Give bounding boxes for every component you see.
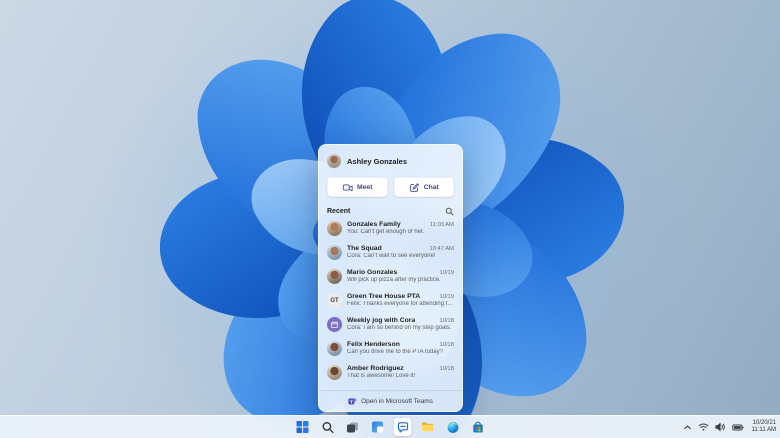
conversation-preview: That is awesome! Love it!: [347, 373, 416, 379]
svg-text:T: T: [350, 399, 353, 405]
chat-label: Chat: [423, 183, 439, 191]
wifi-icon: [698, 423, 708, 431]
avatar: [327, 341, 342, 356]
conversation-time: 10/18: [439, 342, 454, 348]
taskbar-center-icons: [294, 416, 487, 438]
teams-chat-flyout: Ashley Gonzales Meet Chat Recent Gonzale…: [318, 144, 463, 412]
conversation-preview: Cora: I am so behind on my step goals.: [347, 325, 452, 331]
conversation-preview: You: Can't get enough of her.: [347, 229, 425, 235]
open-in-teams-label: Open in Microsoft Teams: [361, 397, 433, 405]
chat-button[interactable]: Chat: [393, 177, 454, 197]
teams-logo-icon: T: [348, 397, 357, 405]
speaker-icon: [714, 422, 725, 432]
action-buttons: Meet Chat: [327, 177, 454, 197]
conversation-list: Gonzales Family 11:03 AM You: Can't get e…: [327, 218, 454, 390]
conversation-text: Amber Rodriguez 10/18 That is awesome! Lo…: [347, 365, 454, 379]
desktop: { "colors":{"accent":"#3f478e","bloom_da…: [0, 0, 780, 438]
windows-logo-icon: [296, 421, 309, 433]
conversation-time: 10/19: [439, 294, 454, 300]
search-icon[interactable]: [445, 207, 454, 216]
meet-button[interactable]: Meet: [327, 177, 388, 197]
conversation-preview: Cora: Can't wait to see everyone!: [347, 253, 436, 259]
chat-button-taskbar[interactable]: [393, 418, 412, 436]
conversation-mario-gonzales[interactable]: Mario Gonzales 10/19 Will pick up pizza a…: [327, 266, 454, 290]
battery-button[interactable]: [731, 423, 744, 432]
taskbar-clock[interactable]: 10/20/21 11:11 AM: [750, 420, 776, 434]
conversation-name: Gonzales Family: [347, 221, 401, 228]
hidden-icons-chevron[interactable]: [683, 423, 692, 432]
conversation-text: Felix Henderson 10/18 Can you drive me to…: [347, 341, 454, 355]
conversation-name: Mario Gonzales: [347, 269, 398, 276]
wifi-button[interactable]: [698, 422, 709, 432]
conversation-text: Weekly jog with Cora 10/18 Cora: I am so …: [347, 317, 454, 331]
volume-button[interactable]: [714, 422, 726, 432]
system-tray: 10/20/21 11:11 AM: [683, 416, 776, 438]
recent-section-header: Recent: [327, 207, 454, 216]
avatar: [327, 365, 342, 380]
chevron-up-icon: [683, 425, 691, 429]
task-view-icon: [347, 422, 358, 433]
conversation-time: 10:47 AM: [429, 246, 455, 252]
taskbar: 10/20/21 11:11 AM: [0, 415, 780, 438]
conversation-preview: Can you drive me to the PTA today?: [347, 349, 443, 355]
conversation-time: 11:03 AM: [429, 222, 454, 228]
avatar-initials: GT: [327, 293, 342, 308]
recent-title: Recent: [327, 208, 351, 215]
conversation-name: Amber Rodriguez: [347, 365, 404, 372]
widgets-button[interactable]: [369, 418, 387, 436]
search-icon: [322, 421, 334, 433]
meet-label: Meet: [357, 183, 373, 191]
start-button[interactable]: [294, 418, 312, 436]
conversation-the-squad[interactable]: The Squad 10:47 AM Cora: Can't wait to se…: [327, 242, 454, 266]
conversation-text: Gonzales Family 11:03 AM You: Can't get e…: [347, 221, 454, 235]
teams-chat-icon: [397, 421, 408, 433]
edge-icon: [447, 421, 458, 433]
conversation-name: Weekly jog with Cora: [347, 317, 416, 324]
conversation-text: The Squad 10:47 AM Cora: Can't wait to se…: [347, 245, 454, 259]
conversation-time: 10/19: [439, 270, 454, 276]
avatar: [327, 245, 342, 260]
store-button[interactable]: [469, 418, 487, 436]
search-button[interactable]: [319, 418, 337, 436]
conversation-gonzales-family[interactable]: Gonzales Family 11:03 AM You: Can't get e…: [327, 218, 454, 242]
task-view-button[interactable]: [344, 418, 362, 436]
conversation-preview: Will pick up pizza after my practice.: [347, 277, 441, 283]
video-camera-icon: [342, 184, 353, 191]
battery-icon: [731, 424, 743, 430]
conversation-weekly-jog[interactable]: Weekly jog with Cora 10/18 Cora: I am so …: [327, 314, 454, 338]
conversation-text: Green Tree House PTA 10/19 Felix: Thanks …: [347, 293, 454, 307]
flyout-header: Ashley Gonzales: [327, 153, 454, 169]
microsoft-store-icon: [472, 421, 483, 432]
conversation-name: Green Tree House PTA: [347, 293, 421, 300]
conversation-green-tree-house-pta[interactable]: GT Green Tree House PTA 10/19 Felix: Than…: [327, 290, 454, 314]
conversation-name: Felix Henderson: [347, 341, 400, 348]
conversation-felix-henderson[interactable]: Felix Henderson 10/18 Can you drive me to…: [327, 338, 454, 362]
tray-time: 11:11 AM: [751, 427, 776, 433]
conversation-text: Mario Gonzales 10/19 Will pick up pizza a…: [347, 269, 454, 283]
user-avatar[interactable]: [327, 154, 341, 168]
avatar: [327, 221, 342, 236]
conversation-time: 10/18: [439, 366, 454, 372]
avatar: [327, 269, 342, 284]
conversation-preview: Felix: Thanks everyone for attending tod…: [347, 301, 454, 307]
conversation-amber-rodriguez[interactable]: Amber Rodriguez 10/18 That is awesome! Lo…: [327, 362, 454, 386]
calendar-icon: [331, 321, 338, 328]
widgets-icon: [372, 421, 383, 433]
tray-date: 10/20/21: [752, 420, 776, 426]
folder-icon: [422, 422, 434, 432]
edge-button[interactable]: [444, 418, 462, 436]
conversation-time: 10/18: [439, 318, 454, 324]
compose-icon: [409, 182, 419, 192]
user-name: Ashley Gonzales: [347, 156, 408, 166]
avatar: [327, 317, 342, 332]
open-in-teams-button[interactable]: T Open in Microsoft Teams: [319, 390, 462, 411]
file-explorer-button[interactable]: [419, 418, 437, 436]
conversation-name: The Squad: [347, 245, 382, 252]
